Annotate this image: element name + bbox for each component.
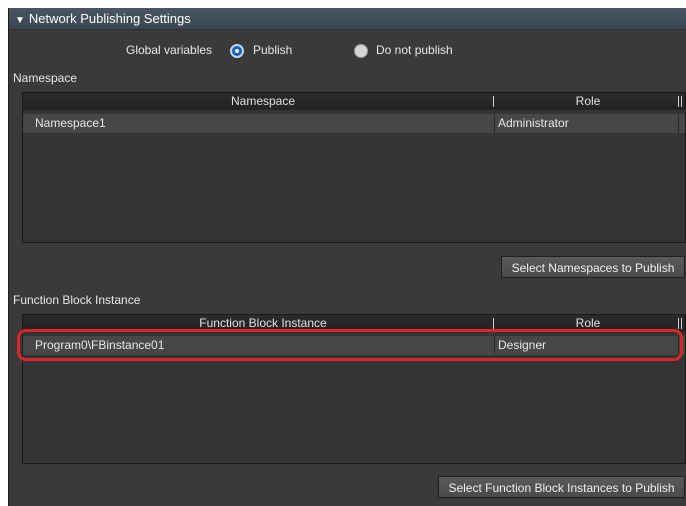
publish-radio-label[interactable]: Publish xyxy=(253,43,292,57)
publish-radio[interactable] xyxy=(230,44,244,58)
fb-instance-cell: Program0\FBinstance01 xyxy=(35,338,165,352)
namespace-grid-header: Namespace Role xyxy=(23,93,685,110)
cell-divider xyxy=(678,114,679,133)
select-namespaces-button[interactable]: Select Namespaces to Publish xyxy=(501,256,685,278)
role-cell: Designer xyxy=(498,338,547,352)
column-separator xyxy=(681,318,682,329)
collapse-triangle-icon[interactable]: ▼ xyxy=(15,15,25,26)
fb-instance-grid: Function Block Instance Role Program0\FB… xyxy=(22,314,686,464)
role-column-header[interactable]: Role xyxy=(503,315,673,332)
namespace-cell: Namespace1 xyxy=(35,116,106,130)
cell-divider xyxy=(678,336,679,355)
cell-divider xyxy=(494,336,495,355)
column-separator xyxy=(493,96,494,107)
fb-instance-column-header[interactable]: Function Block Instance xyxy=(23,315,503,332)
namespace-grid: Namespace Role Namespace1 Administrator xyxy=(22,92,686,243)
namespace-column-header[interactable]: Namespace xyxy=(23,93,503,110)
cell-divider xyxy=(494,114,495,133)
column-separator xyxy=(678,96,679,107)
do-not-publish-radio[interactable] xyxy=(354,44,368,58)
role-cell: Administrator xyxy=(498,116,569,130)
role-column-header[interactable]: Role xyxy=(503,93,673,110)
do-not-publish-radio-label[interactable]: Do not publish xyxy=(376,43,453,57)
column-separator xyxy=(493,318,494,329)
fb-section-label: Function Block Instance xyxy=(13,293,141,307)
table-row[interactable]: Namespace1 Administrator xyxy=(23,114,685,133)
column-separator xyxy=(681,96,682,107)
panel-title: Network Publishing Settings xyxy=(28,11,191,26)
namespace-section-label: Namespace xyxy=(13,71,78,85)
column-separator xyxy=(678,318,679,329)
table-row[interactable]: Program0\FBinstance01 Designer xyxy=(23,336,685,355)
global-variables-label: Global variables xyxy=(126,43,213,57)
fb-grid-header: Function Block Instance Role xyxy=(23,315,685,332)
select-fb-instances-button[interactable]: Select Function Block Instances to Publi… xyxy=(438,476,685,498)
panel-header[interactable]: ▼ Network Publishing Settings xyxy=(9,8,686,30)
network-publishing-panel: ▼ Network Publishing Settings Global vari… xyxy=(8,8,686,506)
